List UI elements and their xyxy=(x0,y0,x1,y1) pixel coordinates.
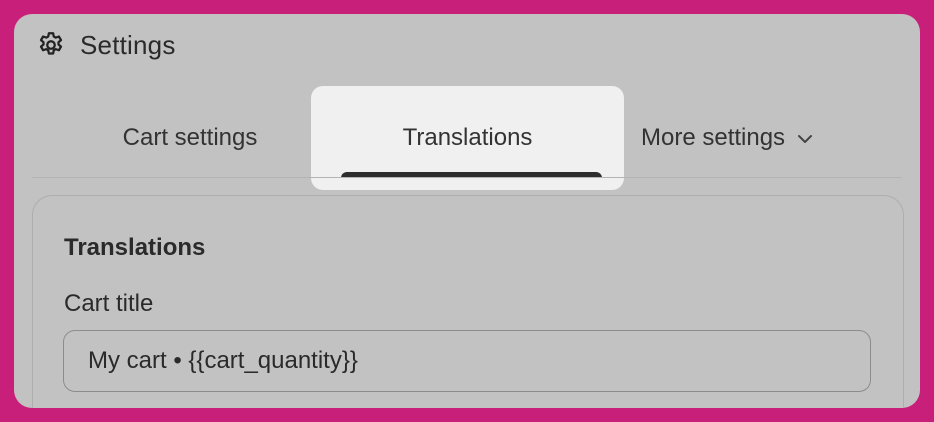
tab-label: More settings xyxy=(641,124,786,151)
chevron-down-icon xyxy=(795,128,815,148)
settings-window: Settings Cart settings Translations More… xyxy=(14,14,920,408)
tab-more-settings[interactable]: More settings xyxy=(636,86,871,190)
tab-divider xyxy=(32,177,902,178)
cart-title-label: Cart title xyxy=(64,290,154,317)
gear-icon xyxy=(36,30,66,60)
translations-card: Translations Cart title My cart • {{cart… xyxy=(32,195,904,408)
tab-label: Cart settings xyxy=(122,124,258,151)
tab-translations[interactable]: Translations xyxy=(311,86,624,190)
tab-cart-settings[interactable]: Cart settings xyxy=(76,86,304,190)
tab-label: Translations xyxy=(402,124,533,151)
section-title: Translations xyxy=(64,234,206,261)
settings-header: Settings xyxy=(36,28,176,62)
page-title: Settings xyxy=(80,29,176,60)
cart-title-input[interactable]: My cart • {{cart_quantity}} xyxy=(63,330,871,392)
